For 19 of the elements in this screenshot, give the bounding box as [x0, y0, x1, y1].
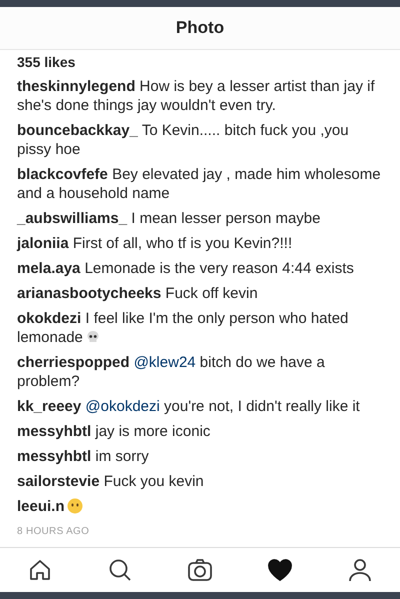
- comment-text: kk_reeey @okokdezi you're not, I didn't really like it: [17, 397, 361, 416]
- comment-text: bouncebackkay_ To Kevin..... bitch fuck you ,you pissy hoe: [17, 121, 350, 159]
- comment-text: theskinnylegend How is bey a lesser artist than jay if she's done things jay wouldn't even try.: [17, 77, 376, 115]
- face-icon: [66, 498, 83, 514]
- comment-text: blackcovfefe Bey elevated jay , made him wholesome and a household name: [17, 165, 382, 203]
- comment-text: okokdezi I feel like I'm the only person who hated lemonade: [17, 309, 350, 347]
- comment-text: messyhbtl im sorry: [17, 447, 150, 466]
- comment-text: mela.aya Lemonade is the very reason 4:44 exists: [17, 259, 355, 278]
- comment-text: messyhbtl jay is more iconic: [17, 422, 212, 441]
- comment-text: _aubswilliams_ I mean lesser person maybe: [17, 209, 322, 228]
- comment-text: sailorstevie Fuck you kevin: [17, 472, 205, 491]
- page-title: Photo: [176, 18, 224, 38]
- likes-count: 355 likes: [17, 53, 76, 71]
- comment-text: leeui.n: [17, 497, 384, 516]
- skull-icon: [84, 329, 101, 345]
- comment-text: arianasbootycheeks Fuck off kevin: [17, 284, 259, 303]
- comment-text: jaloniia First of all, who tf is you Kevin?!!!: [17, 234, 294, 253]
- timestamp: 8 HOURS AGO: [17, 526, 90, 537]
- comment-text: cherriespopped @klew24 bitch do we have a problem?: [17, 353, 326, 391]
